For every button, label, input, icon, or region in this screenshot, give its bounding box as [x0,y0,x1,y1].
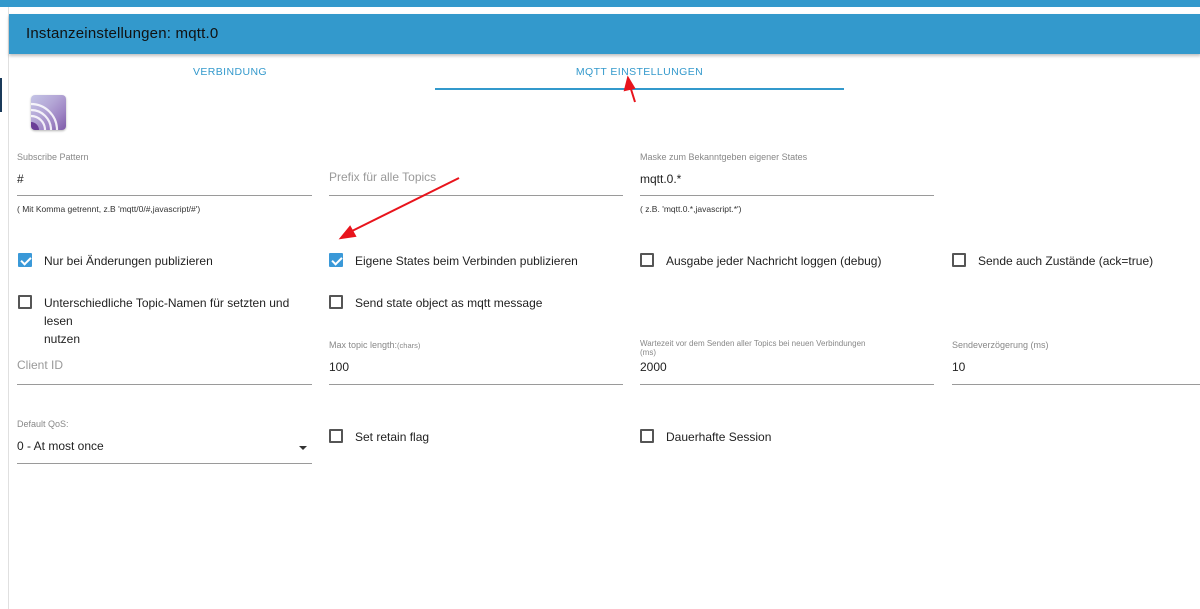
dropdown-arrow-icon[interactable] [299,446,307,450]
tab-verbindung[interactable]: VERBINDUNG [27,66,433,90]
mqtt-logo-icon [31,95,66,130]
max-topic-length-field[interactable]: Max topic length:(chars) 100 [329,337,623,387]
default-qos-label: Default QoS: [17,419,69,429]
log-messages-checkbox[interactable]: Ausgabe jeder Nachricht loggen (debug) [640,252,930,270]
send-ack-checkbox[interactable]: Sende auch Zustände (ack=true) [952,252,1192,270]
default-qos-select[interactable]: Default QoS: 0 - At most once [17,417,312,467]
max-topic-length-underline [329,384,623,385]
tab-mqtt-einstellungen[interactable]: MQTT EINSTELLUNGEN [435,66,844,90]
side-nav-marker [0,78,2,112]
mask-input[interactable]: mqtt.0.* [640,172,681,186]
mask-field[interactable]: Maske zum Bekanntgeben eigener States mq… [640,150,934,220]
checkbox-unchecked-icon[interactable] [329,429,343,443]
only-changes-label: Nur bei Änderungen publizieren [44,254,213,268]
only-changes-checkbox[interactable]: Nur bei Änderungen publizieren [18,252,308,270]
retain-flag-checkbox[interactable]: Set retain flag [329,428,619,446]
mask-label: Maske zum Bekanntgeben eigener States [640,152,808,162]
max-topic-length-label-text: Max topic length: [329,340,398,350]
wait-time-label-line1: Wartezeit vor dem Senden aller Topics be… [640,339,866,348]
checkbox-checked-icon[interactable] [18,253,32,267]
wait-time-label: Wartezeit vor dem Senden aller Topics be… [640,339,865,357]
checkbox-unchecked-icon[interactable] [640,429,654,443]
checkbox-unchecked-icon[interactable] [329,295,343,309]
persistent-session-label: Dauerhafte Session [666,430,772,444]
checkbox-unchecked-icon[interactable] [18,295,32,309]
persistent-session-checkbox[interactable]: Dauerhafte Session [640,428,930,446]
max-topic-length-input[interactable]: 100 [329,360,349,374]
mask-underline [640,195,934,196]
dialog-title-bar: Instanzeinstellungen: mqtt.0 [9,14,1200,54]
subscribe-pattern-input[interactable]: # [17,172,24,186]
checkbox-unchecked-icon[interactable] [640,253,654,267]
client-id-field[interactable]: Client ID [17,337,312,387]
active-tab-indicator [435,88,844,90]
max-topic-length-unit: (chars) [397,341,421,350]
default-qos-value[interactable]: 0 - At most once [17,439,104,453]
prefix-field[interactable]: Prefix für alle Topics [329,150,623,200]
client-id-input[interactable]: Client ID [17,358,63,372]
retain-flag-label: Set retain flag [355,430,430,444]
subscribe-pattern-label: Subscribe Pattern [17,152,89,162]
checkbox-checked-icon[interactable] [329,253,343,267]
send-ack-label: Sende auch Zustände (ack=true) [978,254,1154,268]
wait-time-underline [640,384,934,385]
prefix-input[interactable]: Prefix für alle Topics [329,170,436,184]
send-delay-field[interactable]: Sendeverzögerung (ms) 10 [952,337,1200,387]
subscribe-pattern-help: ( Mit Komma getrennt, z.B 'mqtt/0/#,java… [17,204,201,214]
different-topics-label-line1: Unterschiedliche Topic-Namen für setzten… [44,296,290,328]
send-delay-underline [952,384,1200,385]
state-object-label: Send state object as mqtt message [355,296,543,310]
top-app-bar-strip [0,0,1200,7]
max-topic-length-label: Max topic length:(chars) [329,340,420,351]
default-qos-underline [17,463,312,464]
dialog-title: Instanzeinstellungen: mqtt.0 [26,25,219,42]
instance-settings-dialog: Instanzeinstellungen: mqtt.0 VERBINDUNG … [8,7,1200,609]
different-topics-checkbox[interactable]: Unterschiedliche Topic-Namen für setzten… [18,293,318,346]
prefix-underline [329,195,623,196]
state-object-checkbox[interactable]: Send state object as mqtt message [329,293,619,311]
wait-time-field[interactable]: Wartezeit vor dem Senden aller Topics be… [640,337,934,387]
send-delay-label: Sendeverzögerung (ms) [952,340,1049,350]
own-states-checkbox[interactable]: Eigene States beim Verbinden publizieren [329,252,619,270]
own-states-label: Eigene States beim Verbinden publizieren [355,254,578,268]
checkbox-unchecked-icon[interactable] [952,253,966,267]
send-delay-input[interactable]: 10 [952,360,965,374]
wait-time-label-line2: (ms) [640,348,656,357]
mask-help: ( z.B. 'mqtt.0.*,javascript.*') [640,204,742,214]
log-messages-label: Ausgabe jeder Nachricht loggen (debug) [666,254,882,268]
subscribe-pattern-underline [17,195,312,196]
wait-time-input[interactable]: 2000 [640,360,667,374]
client-id-underline [17,384,312,385]
subscribe-pattern-field[interactable]: Subscribe Pattern # ( Mit Komma getrennt… [17,150,312,220]
